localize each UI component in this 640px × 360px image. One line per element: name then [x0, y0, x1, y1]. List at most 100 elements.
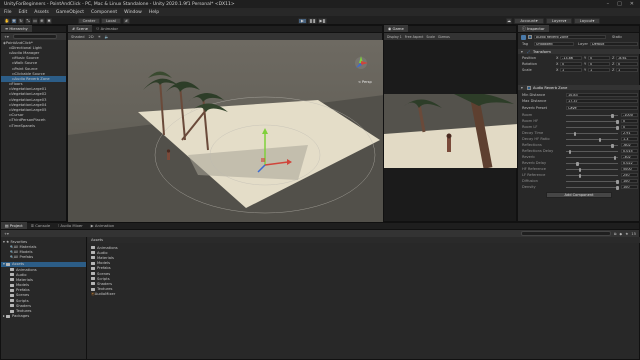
- maximize-button[interactable]: □: [617, 1, 622, 7]
- display-dropdown[interactable]: Display 1: [387, 35, 402, 39]
- tab-inspector[interactable]: ⓘ Inspector: [518, 25, 549, 32]
- 2d-toggle[interactable]: 2D: [89, 35, 94, 39]
- reverb-param-value[interactable]: 250: [621, 172, 638, 177]
- transform-tool-icon[interactable]: ⊕: [39, 17, 45, 24]
- slider-knob[interactable]: [613, 155, 616, 160]
- project-search-input[interactable]: [520, 231, 611, 236]
- layers-dropdown[interactable]: Layers ▾: [546, 17, 572, 24]
- active-checkbox[interactable]: [528, 35, 532, 39]
- reverb-param-value[interactable]: -1000: [621, 112, 638, 117]
- pause-button[interactable]: ❚❚: [308, 17, 317, 24]
- lighting-toggle-icon[interactable]: ☀: [98, 35, 101, 39]
- hierarchy-search-input[interactable]: [12, 34, 57, 39]
- star-icon[interactable]: ★: [625, 232, 628, 236]
- tab-console[interactable]: ≣ Console: [27, 222, 54, 229]
- menu-component[interactable]: Component: [91, 10, 117, 15]
- reverb-param-slider[interactable]: [566, 181, 618, 182]
- reverb-param-slider[interactable]: [566, 127, 618, 128]
- create-asset-icon[interactable]: +▾: [4, 232, 9, 236]
- slider-knob[interactable]: [611, 143, 614, 148]
- transform-x-field[interactable]: 1: [560, 67, 582, 72]
- hierarchy-item[interactable]: ▫ TimeSpanels: [1, 123, 66, 128]
- slider-knob[interactable]: [576, 161, 579, 166]
- custom-tool-icon[interactable]: ✱: [46, 17, 52, 24]
- scene-viewport[interactable]: 🔈 < Persp: [68, 40, 384, 223]
- reverb-param-slider[interactable]: [566, 163, 618, 164]
- tab-hierarchy[interactable]: ≡ Hierarchy: [1, 25, 32, 32]
- reverb-param-value[interactable]: 2.91: [621, 130, 638, 135]
- reverb-param-slider[interactable]: [566, 175, 618, 176]
- tab-game[interactable]: ◉ Game: [384, 25, 408, 32]
- account-dropdown[interactable]: Account ▾: [514, 17, 544, 24]
- reverb-param-value[interactable]: 0: [621, 124, 638, 129]
- scale-label[interactable]: Scale: [426, 35, 435, 39]
- tab-scene[interactable]: # Scene: [68, 25, 92, 32]
- rotate-tool-icon[interactable]: ↻: [18, 17, 24, 24]
- menu-edit[interactable]: Edit: [19, 10, 28, 15]
- menu-file[interactable]: File: [4, 10, 12, 15]
- packages-header[interactable]: ▸ Packages: [1, 314, 86, 319]
- slider-knob[interactable]: [616, 185, 619, 190]
- reverb-param-slider[interactable]: [566, 187, 618, 188]
- transform-y-field[interactable]: 0: [588, 61, 610, 66]
- aspect-dropdown[interactable]: Free Aspect: [405, 35, 424, 39]
- slider-knob[interactable]: [578, 167, 581, 172]
- pivot-toggle[interactable]: Center: [78, 17, 100, 24]
- menu-gameobject[interactable]: GameObject: [56, 10, 84, 15]
- reverb-param-value[interactable]: 0.015: [621, 148, 638, 153]
- layer-dropdown[interactable]: Default: [590, 41, 638, 46]
- transform-collapse-icon[interactable]: ▾: [521, 50, 523, 54]
- reverb-param-slider[interactable]: [566, 151, 618, 152]
- collab-icon[interactable]: ☁: [506, 17, 512, 24]
- reverb-param-value[interactable]: -302: [621, 154, 638, 159]
- transform-y-field[interactable]: 0: [588, 55, 610, 60]
- transform-x-field[interactable]: -13.86: [560, 55, 582, 60]
- reverb-param-value[interactable]: -602: [621, 142, 638, 147]
- add-component-button[interactable]: Add Component: [546, 192, 612, 198]
- project-list-item[interactable]: ⦿ AudioMixer: [88, 292, 640, 297]
- slider-knob[interactable]: [616, 125, 619, 130]
- reverb-param-value[interactable]: 5000: [621, 166, 638, 171]
- tab-animator[interactable]: ⚇ Animator: [92, 25, 122, 32]
- menu-help[interactable]: Help: [149, 10, 159, 15]
- favorite-item[interactable]: 🔍 All Prefabs: [1, 255, 86, 260]
- reverb-param-value[interactable]: 0.022: [621, 160, 638, 165]
- slider-knob[interactable]: [611, 113, 614, 118]
- hand-tool-icon[interactable]: ✋: [4, 17, 10, 24]
- reverb-param-slider[interactable]: [566, 169, 618, 170]
- menu-window[interactable]: Window: [124, 10, 142, 15]
- slider-knob[interactable]: [598, 137, 601, 142]
- min-distance-field[interactable]: 10.83: [566, 92, 638, 97]
- rect-tool-icon[interactable]: ▭: [32, 17, 38, 24]
- tag-dropdown[interactable]: Untagged: [534, 41, 574, 46]
- tab-audio-mixer[interactable]: ⫶ Audio Mixer: [54, 222, 87, 229]
- menu-assets[interactable]: Assets: [34, 10, 49, 15]
- shading-dropdown[interactable]: Shaded: [71, 35, 85, 39]
- add-object-icon[interactable]: +▾: [4, 35, 9, 39]
- close-button[interactable]: ✕: [630, 1, 634, 7]
- play-button[interactable]: ▶: [298, 17, 307, 24]
- object-name-field[interactable]: Audio Reverb Zone: [534, 34, 606, 39]
- reverb-preset-dropdown[interactable]: Cave: [566, 105, 638, 110]
- breadcrumb-assets[interactable]: Assets: [91, 238, 103, 242]
- slider-knob[interactable]: [616, 119, 619, 124]
- grid-snap-icon[interactable]: #: [123, 17, 130, 24]
- transform-z-field[interactable]: 0: [616, 61, 638, 66]
- transform-z-field[interactable]: 1: [616, 67, 638, 72]
- minimize-button[interactable]: –: [607, 1, 610, 7]
- static-checkbox-label[interactable]: Static: [612, 35, 622, 39]
- gizmos-dropdown[interactable]: Gizmos: [438, 35, 450, 39]
- tab-project[interactable]: ▤ Project: [1, 222, 27, 229]
- reverb-collapse-icon[interactable]: ▾: [521, 86, 523, 90]
- max-distance-field[interactable]: 17.37: [566, 98, 638, 103]
- scale-tool-icon[interactable]: ⤡: [25, 17, 31, 24]
- persp-label[interactable]: < Persp: [358, 80, 372, 84]
- slider-knob[interactable]: [568, 149, 571, 154]
- space-toggle[interactable]: Local: [101, 17, 121, 24]
- reverb-param-slider[interactable]: [566, 139, 618, 140]
- tab-animation[interactable]: ▶ Animation: [87, 222, 119, 229]
- reverb-param-slider[interactable]: [566, 121, 618, 122]
- reverb-enabled-checkbox[interactable]: [527, 86, 531, 90]
- slider-knob[interactable]: [578, 173, 581, 178]
- game-viewport[interactable]: [384, 94, 518, 168]
